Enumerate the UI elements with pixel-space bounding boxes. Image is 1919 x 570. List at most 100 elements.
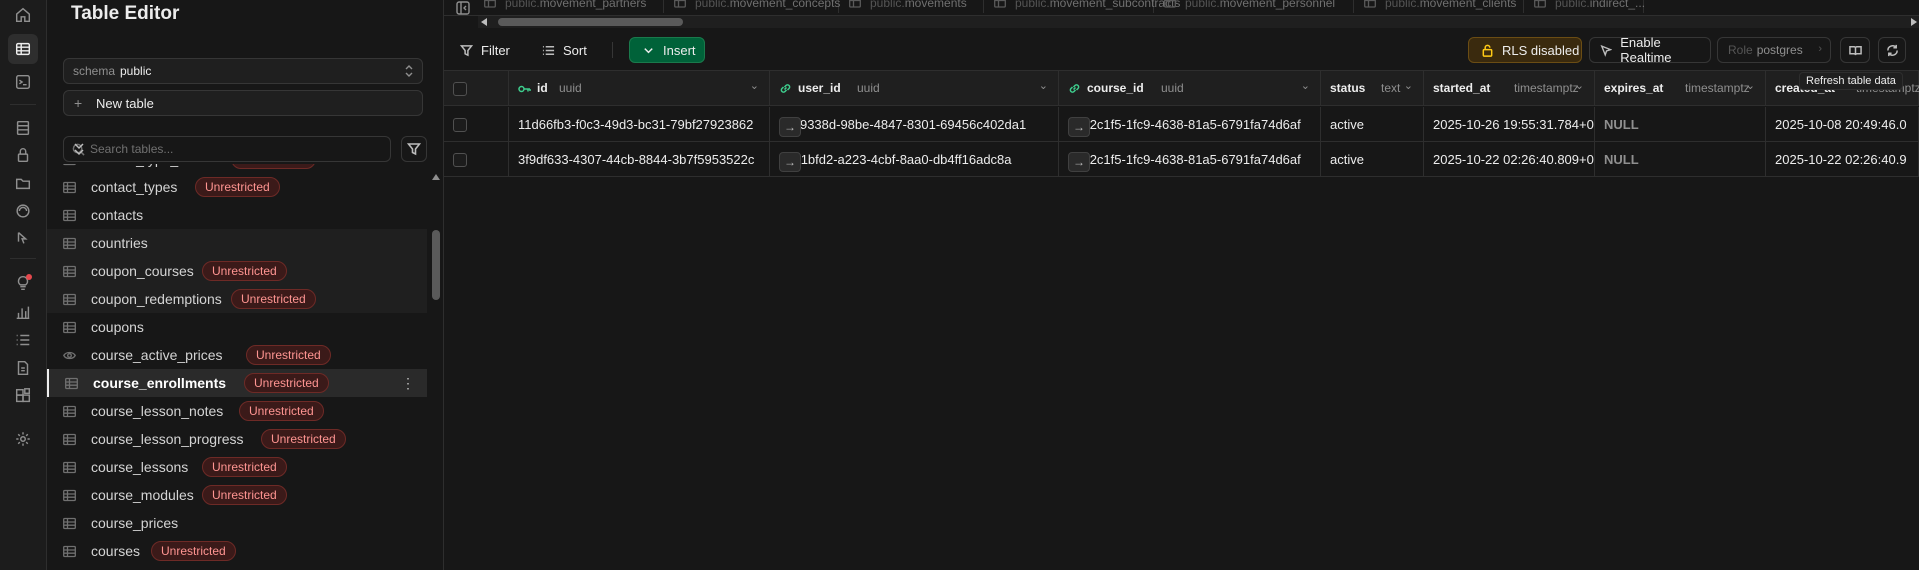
storage-icon[interactable] (8, 168, 38, 198)
chevron-down-icon[interactable]: ⌄ (1301, 79, 1310, 92)
table-cell[interactable]: active (1321, 142, 1424, 177)
integrations-icon[interactable] (8, 381, 38, 411)
foreign-key-arrow-icon[interactable]: → (1068, 117, 1090, 137)
table-tab[interactable]: public. movement_personnel (1154, 0, 1354, 13)
foreign-key-arrow-icon[interactable]: → (779, 152, 801, 172)
sidebar-collapse-icon (456, 1, 470, 15)
schema-select[interactable]: schema public (63, 58, 423, 84)
table-cell[interactable]: 11d66fb3-f0c3-49d3-bc31-79bf27923862 (509, 107, 770, 142)
select-all-checkbox[interactable] (453, 82, 467, 96)
filter-label: Filter (481, 42, 510, 58)
table-list-item[interactable]: course_active_prices Unrestricted (47, 341, 427, 369)
foreign-key-arrow-icon[interactable]: → (779, 117, 801, 137)
logs-icon[interactable] (8, 325, 38, 355)
role-select[interactable]: Role postgres › (1717, 37, 1831, 63)
column-header-status[interactable]: status text ⌄ (1321, 71, 1424, 106)
new-table-button[interactable]: + New table (63, 90, 423, 116)
collapse-sidebar-button[interactable] (456, 1, 472, 15)
scroll-right-arrow-icon[interactable] (1911, 18, 1917, 26)
sort-chevrons-icon[interactable] (72, 140, 86, 158)
chevron-down-icon[interactable]: ⌄ (1746, 79, 1755, 92)
table-list-item[interactable]: course_enrollments Unrestricted ⋮ (47, 369, 427, 397)
column-header-user-id[interactable]: user_id uuid ⌄ (770, 71, 1059, 106)
table-list-item[interactable]: course_lesson_notes Unrestricted (47, 397, 427, 425)
table-list-item[interactable]: contact_type_links Unrestricted (47, 164, 427, 173)
chevron-down-icon[interactable]: ⌄ (1404, 79, 1413, 92)
table-cell[interactable]: NULL (1595, 107, 1766, 142)
table-cell[interactable]: active (1321, 107, 1424, 142)
row-checkbox[interactable] (453, 153, 467, 167)
column-header-expires-at[interactable]: expires_at timestamptz ⌄ (1595, 71, 1766, 106)
filter-button[interactable]: Filter (460, 37, 510, 63)
table-cell[interactable]: 7b12c1f5-1fc9-4638-81a5-6791fa74d6af → (1059, 107, 1321, 142)
scroll-left-arrow-icon[interactable] (481, 18, 487, 26)
cell-value: 11d66fb3-f0c3-49d3-bc31-79bf27923862 (518, 117, 754, 132)
table-tab[interactable]: public. movements (839, 0, 984, 13)
view-icon (63, 349, 76, 362)
auth-lock-icon[interactable] (8, 140, 38, 170)
table-cell[interactable]: NULL (1595, 142, 1766, 177)
column-type: timestamptz (1514, 81, 1579, 95)
table-tab[interactable]: public. movement_concepts (664, 0, 840, 13)
table-editor-icon[interactable] (8, 34, 38, 64)
column-header-course-id[interactable]: course_id uuid ⌄ (1059, 71, 1321, 106)
table-cell[interactable]: 2025-10-08 20:49:46.0 (1766, 107, 1919, 142)
table-list-item[interactable]: courses Unrestricted (47, 537, 427, 565)
table-list-item[interactable]: contacts (47, 201, 427, 229)
edge-functions-icon[interactable] (8, 196, 38, 226)
realtime-icon[interactable] (8, 223, 38, 253)
sidebar-scrollbar[interactable] (431, 172, 441, 570)
table-cell[interactable]: 2025-10-22 02:26:40.9 (1766, 142, 1919, 177)
table-list-item[interactable]: coupons (47, 313, 427, 341)
column-header-id[interactable]: id uuid ⌄ (509, 71, 770, 106)
data-grid: id uuid ⌄ user_id uuid ⌄ course_id uuid ⌄ status t… (444, 71, 1919, 570)
tabs-scrollbar[interactable] (478, 16, 1919, 28)
table-tab[interactable]: public. movement_partners (474, 0, 664, 13)
chevron-down-icon[interactable]: ⌄ (1039, 79, 1048, 92)
sort-button[interactable]: Sort (542, 37, 587, 63)
settings-icon[interactable] (8, 424, 38, 454)
api-docs-button[interactable] (1840, 37, 1870, 63)
table-cell[interactable]: 3f9df633-4307-44cb-8844-3b7f5953522c (509, 142, 770, 177)
scrollbar-thumb[interactable] (498, 18, 683, 26)
row-checkbox[interactable] (453, 118, 467, 132)
chevron-down-icon[interactable]: ⌄ (750, 79, 759, 92)
table-list-item[interactable]: course_lessons Unrestricted (47, 453, 427, 481)
more-options-icon[interactable]: ⋮ (401, 375, 415, 392)
refresh-button[interactable] (1878, 37, 1906, 63)
column-name: user_id (798, 81, 841, 95)
table-cell[interactable]: 2025-10-22 02:26:40.809+00 (1424, 142, 1595, 177)
scrollbar-thumb[interactable] (432, 230, 440, 300)
table-list-item[interactable]: course_lesson_progress Unrestricted (47, 425, 427, 453)
search-tables-input[interactable] (90, 140, 350, 158)
table-tab[interactable]: public. movement_subcontracts (984, 0, 1180, 13)
chevron-down-icon[interactable]: ⌄ (1575, 79, 1584, 92)
filter-tables-button[interactable] (401, 136, 427, 162)
enable-realtime-button[interactable]: Enable Realtime (1589, 35, 1711, 65)
table-list-item[interactable]: course_modules Unrestricted (47, 481, 427, 509)
table-list-item[interactable]: coupon_redemptions Unrestricted (47, 285, 427, 313)
scroll-up-arrow-icon[interactable] (432, 174, 440, 180)
insert-button[interactable]: Insert (629, 37, 705, 63)
unrestricted-badge: Unrestricted (261, 429, 346, 449)
table-list-item[interactable]: contact_types Unrestricted (47, 173, 427, 201)
database-icon[interactable] (8, 113, 38, 143)
advisors-icon[interactable] (8, 268, 38, 298)
table-tab[interactable]: public. movement_clients (1354, 0, 1524, 13)
table-tab[interactable]: public. indirect_... (1524, 0, 1645, 13)
table-cell[interactable]: 2025-10-26 19:55:31.784+00 (1424, 107, 1595, 142)
table-cell[interactable]: 5691bfd2-a223-4cbf-8aa0-db4ff16adc8a → (770, 142, 1059, 177)
api-docs-icon[interactable] (8, 353, 38, 383)
search-tables-field[interactable] (63, 136, 391, 162)
table-list-item[interactable]: course_prices (47, 509, 427, 537)
table-cell[interactable]: dc39338d-98be-4847-8301-69456c402da1 → (770, 107, 1059, 142)
home-icon[interactable] (8, 0, 38, 30)
table-list-item[interactable]: coupon_courses Unrestricted (47, 257, 427, 285)
column-header-started-at[interactable]: started_at timestamptz ⌄ (1424, 71, 1595, 106)
rls-disabled-button[interactable]: RLS disabled (1468, 37, 1582, 63)
table-list-item[interactable]: countries (47, 229, 427, 257)
reports-icon[interactable] (8, 297, 38, 327)
sql-editor-icon[interactable] (8, 67, 38, 97)
table-cell[interactable]: 7b12c1f5-1fc9-4638-81a5-6791fa74d6af → (1059, 142, 1321, 177)
foreign-key-arrow-icon[interactable]: → (1068, 152, 1090, 172)
